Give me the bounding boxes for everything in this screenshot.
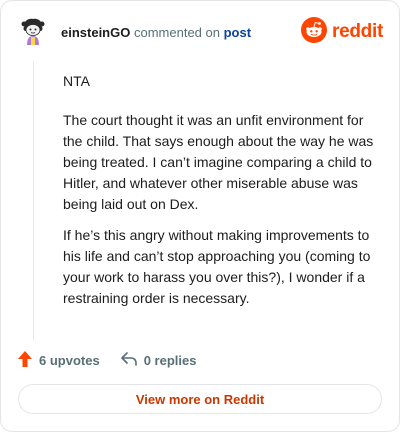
comment-header: einsteinGO commented on post reddit	[17, 15, 383, 51]
upvote-count: 6 upvotes	[39, 352, 100, 368]
reddit-alien-icon	[301, 16, 328, 48]
post-link[interactable]: post	[224, 25, 251, 40]
reddit-logo[interactable]: reddit	[301, 16, 383, 48]
upvote-button[interactable]: 6 upvotes	[17, 350, 100, 371]
upvote-arrow-icon	[17, 350, 39, 371]
reply-count: 0 replies	[143, 352, 197, 368]
thread-line	[33, 61, 34, 341]
view-more-button[interactable]: View more on Reddit	[18, 384, 382, 414]
comment-body: NTA The court thought it was an unfit en…	[63, 71, 383, 319]
comment-actions: 6 upvotes 0 replies	[17, 349, 196, 371]
reply-button[interactable]: 0 replies	[120, 351, 197, 370]
comment-paragraph: The court thought it was an unfit enviro…	[63, 112, 374, 212]
comment-card: einsteinGO commented on post reddit NTA …	[0, 0, 400, 432]
commented-text: commented on	[133, 25, 220, 40]
snoo-avatar-icon[interactable]	[17, 15, 49, 47]
reddit-wordmark: reddit	[332, 21, 383, 42]
comment-meta: einsteinGO commented on post	[61, 25, 251, 41]
reply-arrow-icon	[120, 351, 144, 370]
comment-paragraph: If he’s this angry without making improv…	[63, 227, 371, 306]
comment-paragraph: NTA	[63, 73, 90, 89]
username[interactable]: einsteinGO	[61, 25, 130, 40]
